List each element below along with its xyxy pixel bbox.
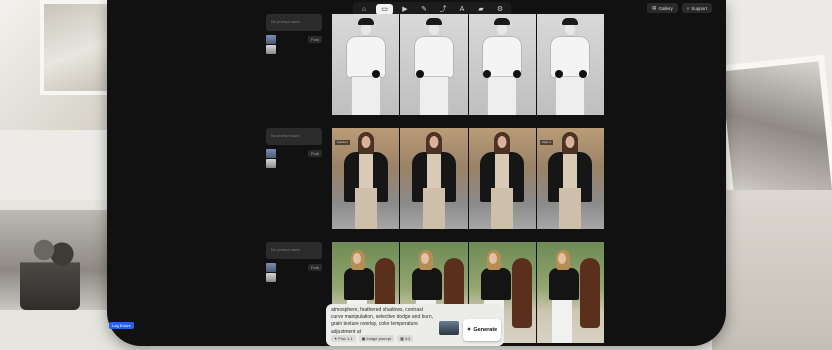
reference-thumbnail[interactable] [266,149,276,158]
background-couple-photo [20,230,80,310]
reference-thumbnail[interactable] [266,45,276,54]
generated-image[interactable] [536,14,604,115]
folder-icon[interactable]: ▰ [474,4,488,15]
prompt-placeholder: No prompt used [271,133,300,138]
image-grid-row: Fashion Style A [332,128,604,229]
gallery-button[interactable]: ▤ Gallery [647,3,678,13]
aspect-ratio-select[interactable]: ▦ 4:3 [397,335,414,342]
background-photo-right-top [712,0,832,216]
generated-image[interactable]: Fashion [332,128,400,229]
generated-image[interactable] [468,128,536,229]
prompt-card[interactable]: No prompt used [266,14,322,31]
reference-thumbnail[interactable] [266,35,276,44]
image-tag: Fashion [335,140,350,145]
top-right-actions: ▤ Gallery ⌕ Support [647,3,712,13]
reference-thumbs: Fork [266,263,322,282]
prompt-card[interactable]: No prompt used [266,128,322,145]
image-tag: Style A [539,140,554,145]
generated-image[interactable] [400,14,468,115]
gallery-label: Gallery [658,5,673,11]
text-icon[interactable]: A [455,4,469,15]
sparkle-icon: ✦ [466,327,472,333]
search-icon: ⌕ [686,5,690,11]
image-prompt-button[interactable]: ▣ Image prompt [358,335,395,342]
video-icon[interactable]: ▶ [398,4,412,15]
support-button[interactable]: ⌕ Support [681,3,712,13]
generate-panel: atmosphere, feathered shadows, contrast … [326,304,504,346]
generated-image[interactable] [332,14,400,115]
model-select[interactable]: ✦ Flux 1.1 [331,335,356,342]
generate-button[interactable]: ✦ Generate [463,319,501,341]
settings-icon[interactable]: ⚙ [493,4,507,15]
model-label: Flux 1.1 [338,336,353,341]
fork-button[interactable]: Fork [308,150,322,157]
reference-thumbnail[interactable] [266,273,276,282]
image-icon[interactable]: ▭ [376,3,393,15]
curve-icon[interactable]: ⤴ [436,4,450,15]
aspect-ratio-label: 4:3 [404,336,411,341]
image-icon: ▣ [361,336,366,341]
app-window: ⌂ ▭ ▶ ✎ ⤴ A ▰ ⚙ ▤ Gallery ⌕ Support No p… [107,0,726,346]
prompt-textarea[interactable]: atmosphere, feathered shadows, contrast … [331,307,435,334]
prompt-placeholder: No prompt used [271,19,300,24]
generated-image[interactable] [536,242,604,343]
fork-button[interactable]: Fork [308,264,322,271]
fork-button[interactable]: Fork [308,36,322,43]
gallery-icon: ▤ [652,5,657,10]
generated-image[interactable] [400,128,468,229]
image-prompt-label: Image prompt [366,336,392,341]
prompt-placeholder: No prompt used [271,247,300,252]
edit-icon[interactable]: ✎ [417,4,431,15]
reference-thumbs: Fork [266,35,322,54]
log-errors-badge[interactable]: Log Errors [109,322,134,329]
grid-icon: ▦ [400,336,404,341]
home-icon[interactable]: ⌂ [357,4,371,15]
generate-label: Generate [473,327,498,333]
reference-thumbnail[interactable] [266,263,276,272]
sparkle-icon: ✦ [334,336,338,341]
generated-image[interactable] [468,14,536,115]
prompt-card[interactable]: No prompt used [266,242,322,259]
generation-options: ✦ Flux 1.1 ▣ Image prompt ▦ 4:3 [331,335,414,342]
generated-image[interactable]: Style A [536,128,604,229]
support-label: Support [691,5,707,11]
prompt-image-thumbnail[interactable] [439,321,459,335]
reference-thumbs: Fork [266,149,322,168]
background-photo-right-bottom [712,190,832,350]
image-grid-row [332,14,604,115]
reference-thumbnail[interactable] [266,159,276,168]
